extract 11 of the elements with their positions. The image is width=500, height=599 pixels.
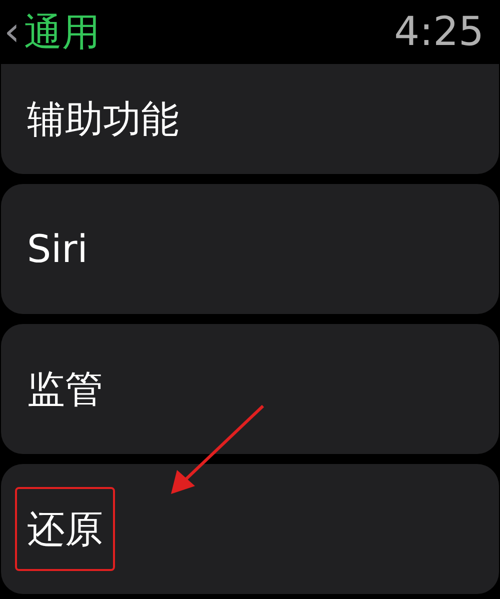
row-label: 辅助功能 <box>26 96 180 143</box>
settings-row[interactable]: 辅助功能 <box>1 64 499 174</box>
row-label: Siri <box>26 226 89 273</box>
settings-row[interactable]: 监管 <box>1 324 499 454</box>
back-button[interactable]: ‹ <box>4 12 20 52</box>
row-label: 还原 <box>15 487 115 571</box>
screen-title: 通用 <box>24 13 100 51</box>
settings-row[interactable]: 还原 <box>1 464 499 594</box>
clock-time: 4:25 <box>394 12 484 52</box>
row-label: 监管 <box>26 366 104 413</box>
settings-row[interactable]: Siri <box>1 184 499 314</box>
